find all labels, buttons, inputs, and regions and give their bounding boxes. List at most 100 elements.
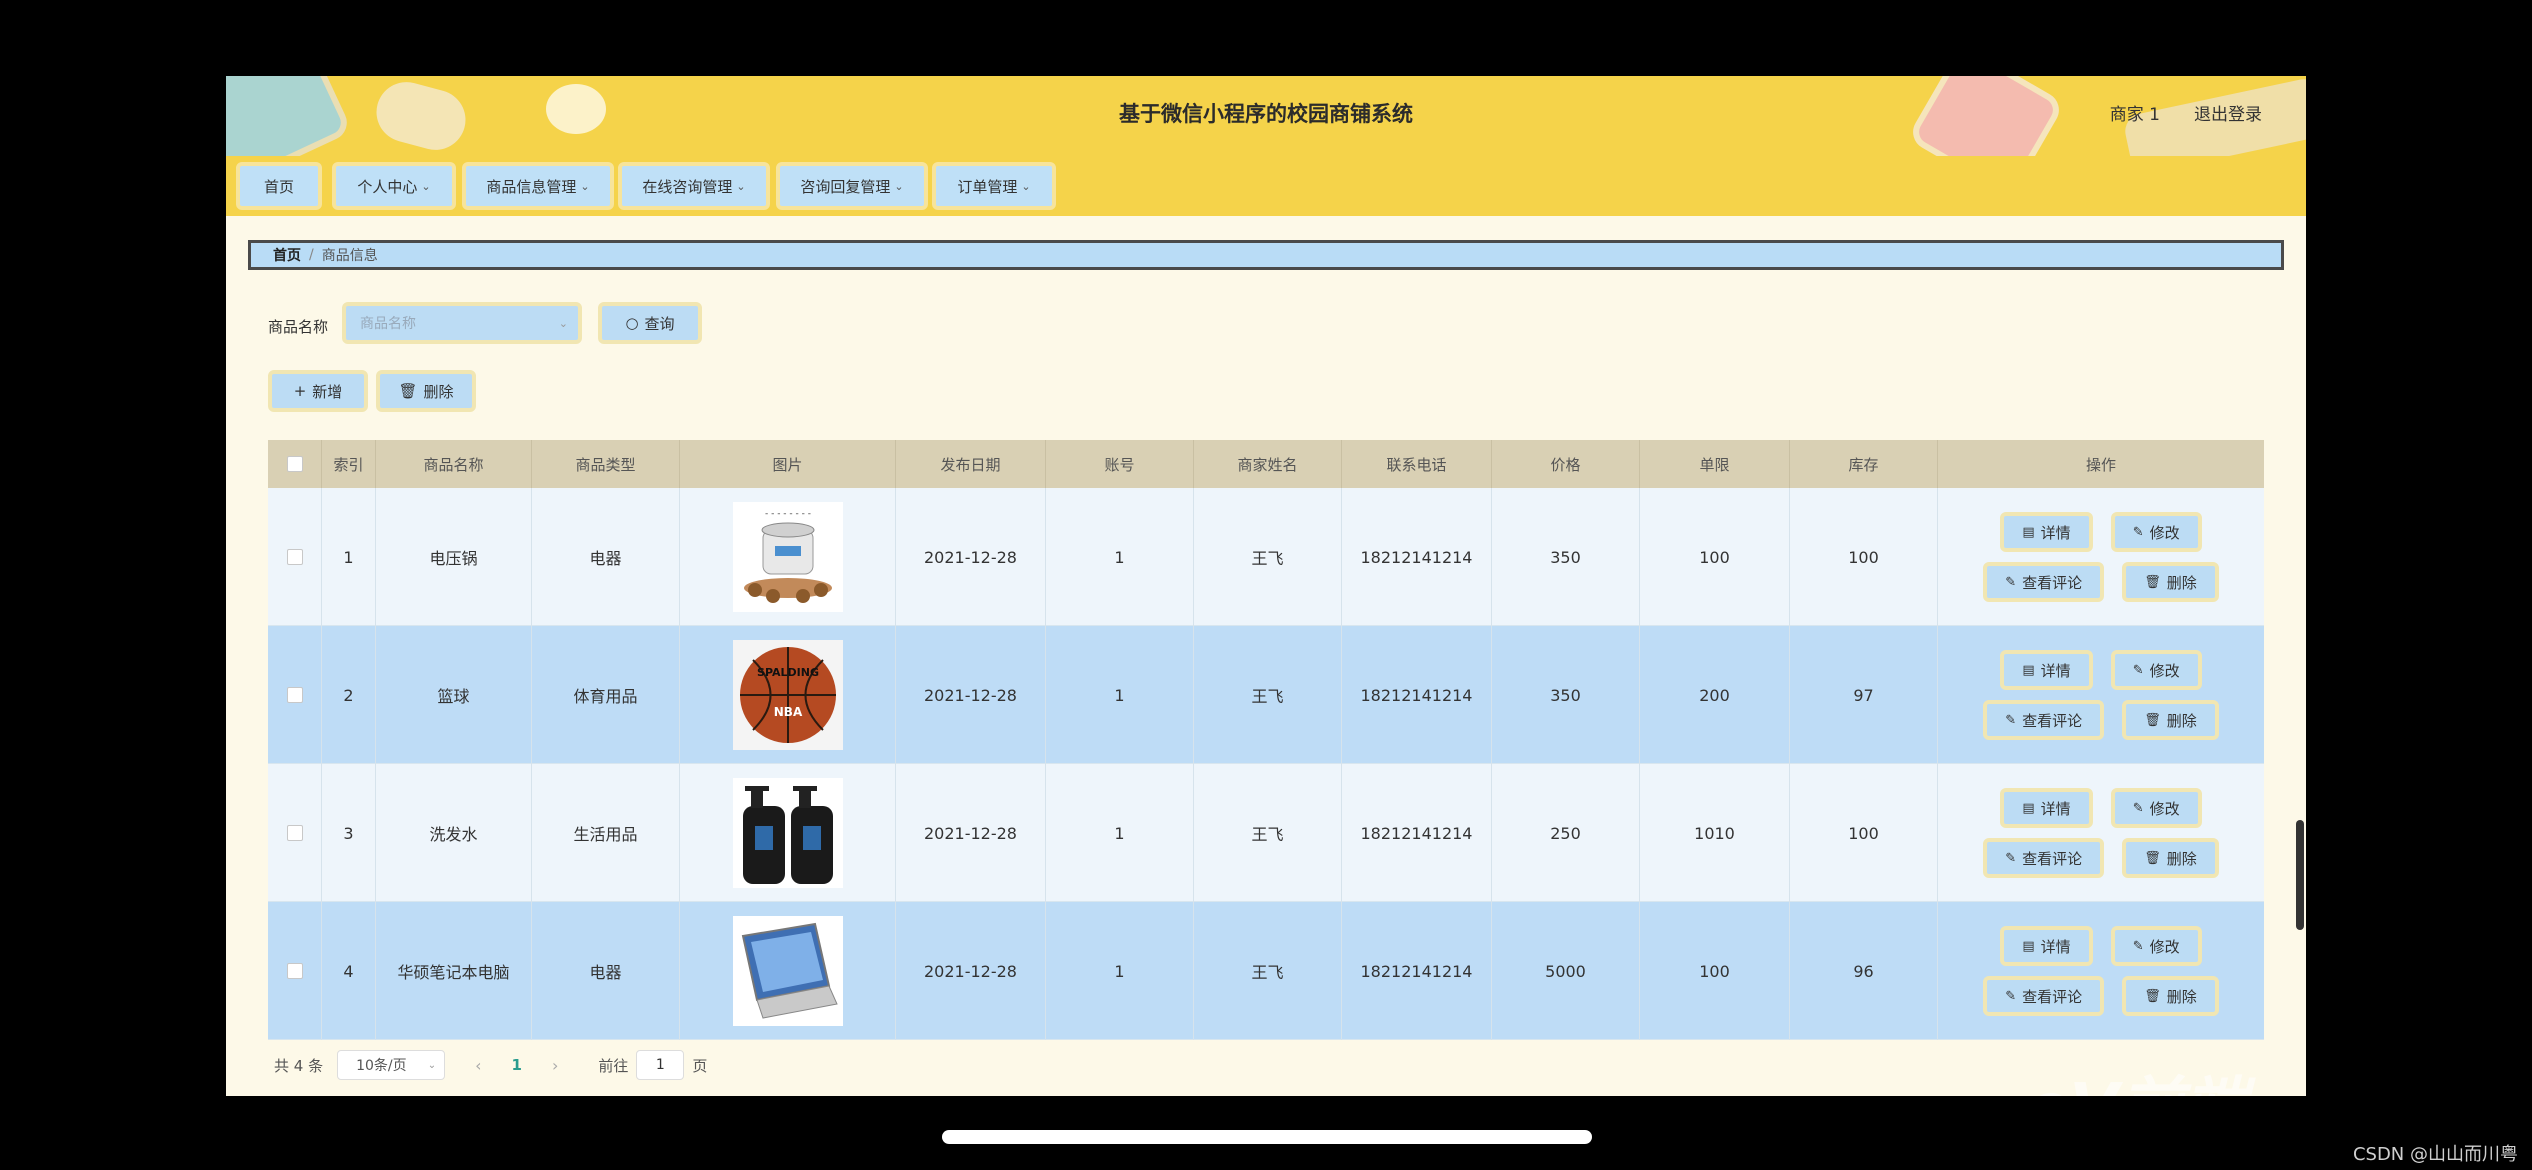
nav-label: 首页: [263, 177, 294, 196]
logout-link[interactable]: 退出登录: [2194, 100, 2262, 125]
reviews-label: 查看评论: [2022, 573, 2083, 592]
detail-label: 详情: [2040, 523, 2071, 542]
page-size-select[interactable]: 10条/页 ⌄: [337, 1050, 446, 1080]
nav-profile[interactable]: 个人中心 ⌄: [332, 162, 456, 210]
current-page[interactable]: 1: [512, 1056, 522, 1074]
prev-page-icon[interactable]: ‹: [475, 1056, 481, 1075]
detail-button[interactable]: ▤ 详情: [2000, 926, 2093, 966]
delete-label: 删除: [2166, 711, 2197, 730]
cell-index: 1: [322, 488, 376, 626]
nav-order-management[interactable]: 订单管理 ⌄: [932, 162, 1056, 210]
edit-button[interactable]: ✎ 修改: [2110, 512, 2202, 552]
current-user: 商家 1: [2109, 105, 2160, 125]
detail-button[interactable]: ▤ 详情: [2000, 512, 2093, 552]
product-image-pressure-cooker: - - - - - - - -: [732, 502, 843, 612]
cell-stock: 100: [1790, 764, 1938, 902]
goto-page-input[interactable]: 1: [636, 1050, 685, 1080]
header-type: 商品类型: [532, 440, 680, 488]
cell-stock: 97: [1790, 626, 1938, 764]
view-reviews-button[interactable]: ✎ 查看评论: [1983, 976, 2105, 1016]
edit-button[interactable]: ✎ 修改: [2110, 650, 2202, 690]
cell-image: [680, 764, 896, 902]
breadcrumb-home[interactable]: 首页: [273, 245, 301, 265]
cell-account: 1: [1046, 764, 1194, 902]
edit-button[interactable]: ✎ 修改: [2110, 926, 2202, 966]
cell-limit: 1010: [1640, 764, 1790, 902]
svg-text:NBA: NBA: [773, 705, 802, 719]
row-checkbox[interactable]: [286, 825, 303, 841]
search-input[interactable]: 商品名称 ⌄: [342, 302, 582, 344]
credit-watermark: CSDN @山山而川粤: [2352, 1144, 2518, 1165]
row-checkbox[interactable]: [286, 963, 303, 979]
add-button[interactable]: + 新增: [268, 370, 368, 412]
search-icon: ○: [625, 314, 639, 332]
select-all-checkbox[interactable]: [286, 456, 303, 472]
delete-button[interactable]: 🗑 删除: [2122, 562, 2219, 602]
detail-button[interactable]: ▤ 详情: [2000, 788, 2093, 828]
breadcrumb-separator: /: [309, 247, 314, 263]
row-checkbox[interactable]: [286, 687, 303, 703]
scrollbar-thumb[interactable]: [2296, 820, 2304, 930]
cell-type: 体育用品: [532, 626, 680, 764]
cell-merchant: 王飞: [1194, 764, 1342, 902]
next-page-icon[interactable]: ›: [552, 1056, 558, 1075]
cell-account: 1: [1046, 488, 1194, 626]
table-row: 2 篮球 体育用品 SPALDING NBA 2021-12-28 1 王飞 1…: [268, 626, 2264, 764]
pencil-icon: ✎: [2132, 800, 2144, 816]
cell-merchant: 王飞: [1194, 488, 1342, 626]
nav-label: 在线咨询管理: [642, 177, 733, 196]
search-button[interactable]: ○ 查询: [598, 302, 702, 344]
document-icon: ▤: [2022, 938, 2035, 954]
cell-name: 华硕笔记本电脑: [376, 902, 532, 1040]
delete-label: 删除: [2166, 987, 2197, 1006]
nav-product-management[interactable]: 商品信息管理 ⌄: [462, 162, 614, 210]
svg-text:- - - - - - - -: - - - - - - - -: [764, 509, 810, 519]
delete-button[interactable]: 🗑 删除: [2122, 700, 2219, 740]
pencil-icon: ✎: [2132, 662, 2144, 678]
cell-actions: ▤ 详情 ✎ 修改 ✎ 查看评论 🗑 删除: [1938, 902, 2264, 1040]
delete-button[interactable]: 🗑 删除: [2122, 838, 2219, 878]
edit-button[interactable]: ✎ 修改: [2110, 788, 2202, 828]
nav-home[interactable]: 首页: [236, 162, 322, 210]
header-index: 索引: [322, 440, 376, 488]
row-checkbox[interactable]: [286, 549, 303, 565]
cell-date: 2021-12-28: [896, 626, 1046, 764]
nav-label: 个人中心: [357, 177, 418, 196]
detail-label: 详情: [2040, 661, 2071, 680]
pencil-icon: ✎: [2132, 938, 2144, 954]
nav-reply-management[interactable]: 咨询回复管理 ⌄: [776, 162, 928, 210]
detail-button[interactable]: ▤ 详情: [2000, 650, 2093, 690]
cell-index: 4: [322, 902, 376, 1040]
cell-price: 350: [1492, 626, 1640, 764]
delete-label: 删除: [2166, 849, 2197, 868]
header-date: 发布日期: [896, 440, 1046, 488]
view-reviews-button[interactable]: ✎ 查看评论: [1983, 700, 2105, 740]
edit-label: 修改: [2149, 799, 2180, 818]
chevron-down-icon: ⌄: [427, 1059, 437, 1071]
video-watermark: eV前端: [2026, 1056, 2247, 1096]
edit-label: 修改: [2149, 937, 2180, 956]
chevron-down-icon: ⌄: [736, 179, 746, 193]
cell-limit: 100: [1640, 902, 1790, 1040]
main-nav: 首页 个人中心 ⌄ 商品信息管理 ⌄ 在线咨询管理 ⌄ 咨询回复管理 ⌄ 订单管理 ⌄: [226, 156, 2306, 216]
cell-actions: ▤ 详情 ✎ 修改 ✎ 查看评论 🗑 删除: [1938, 488, 2264, 626]
table-row: 4 华硕笔记本电脑 电器 2021-12-28 1 王飞 18212141214…: [268, 902, 2264, 1040]
cell-image: [680, 902, 896, 1040]
detail-label: 详情: [2040, 937, 2071, 956]
view-reviews-button[interactable]: ✎ 查看评论: [1983, 562, 2105, 602]
nav-consult-management[interactable]: 在线咨询管理 ⌄: [618, 162, 770, 210]
cell-type: 电器: [532, 488, 680, 626]
delete-button[interactable]: 🗑 删除: [2122, 976, 2219, 1016]
bulk-delete-button[interactable]: 🗑 删除: [376, 370, 476, 412]
header-stock: 库存: [1790, 440, 1938, 488]
cell-price: 5000: [1492, 902, 1640, 1040]
breadcrumb: 首页 / 商品信息: [248, 240, 2284, 270]
view-reviews-button[interactable]: ✎ 查看评论: [1983, 838, 2105, 878]
cell-date: 2021-12-28: [896, 488, 1046, 626]
chevron-down-icon: ⌄: [558, 316, 568, 330]
top-header: 基于微信小程序的校园商铺系统 商家 1 退出登录: [226, 76, 2306, 156]
search-placeholder: 商品名称: [360, 316, 416, 332]
trash-icon: 🗑: [398, 382, 418, 400]
header-image: 图片: [680, 440, 896, 488]
edit-label: 修改: [2149, 661, 2180, 680]
